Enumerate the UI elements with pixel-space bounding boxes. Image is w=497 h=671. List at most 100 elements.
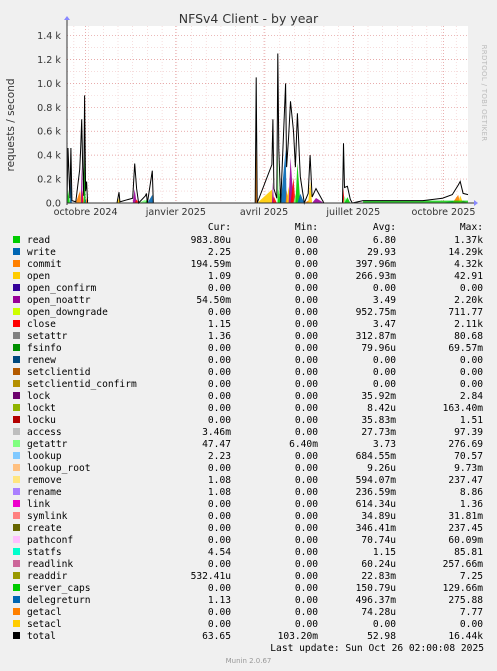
legend-value: 129.66m (443, 583, 484, 594)
legend-value: 0.00 (208, 535, 231, 546)
legend-value: 194.59m (191, 259, 232, 270)
legend-value: 0.00 (208, 607, 231, 618)
legend-value: 0.00 (373, 283, 396, 294)
legend-value: 6.40m (289, 439, 318, 450)
legend-name: delegreturn (27, 595, 91, 606)
legend-value: 7.77 (460, 607, 483, 618)
y-axis-arrow (64, 16, 70, 20)
legend-value: 0.00 (208, 559, 231, 570)
legend-swatch (13, 308, 20, 315)
legend-name: write (27, 247, 56, 258)
legend-value: 63.65 (202, 631, 231, 642)
legend-swatch (13, 416, 20, 423)
legend-value: 397.96m (356, 259, 397, 270)
legend-swatch (13, 248, 20, 255)
legend-value: 4.54 (208, 547, 231, 558)
legend-swatch (13, 392, 20, 399)
legend-value: 31.81m (448, 511, 483, 522)
legend-value: 70.74u (361, 535, 396, 546)
legend-swatch (13, 464, 20, 471)
x-tick-label: janvier 2025 (145, 207, 206, 218)
legend-value: 97.39 (454, 427, 483, 438)
legend-value: 42.91 (454, 271, 483, 282)
legend-value: 34.89u (361, 511, 396, 522)
legend-name: lock (27, 391, 50, 402)
legend-value: 0.00 (208, 283, 231, 294)
legend-value: 16.44k (448, 631, 483, 642)
legend-value: 1.08 (208, 475, 231, 486)
legend-value: 60.09m (448, 535, 483, 546)
legend-value: 9.26u (367, 463, 396, 474)
legend-value: 275.88 (448, 595, 483, 606)
y-tick-label: 0.6 k (37, 127, 61, 138)
legend-value: 3.47 (373, 319, 396, 330)
legend-value: 0.00 (208, 463, 231, 474)
legend-value: 0.00 (208, 343, 231, 354)
legend-value: 983.80u (191, 235, 231, 246)
legend-value: 0.00 (295, 499, 318, 510)
legend-value: 1.36 (208, 331, 231, 342)
legend-name: close (27, 319, 56, 330)
legend-swatch (13, 368, 20, 375)
legend-value: 0.00 (295, 271, 318, 282)
x-tick-label: avril 2025 (240, 207, 288, 218)
legend-value: 0.00 (208, 583, 231, 594)
legend-value: 266.93m (356, 271, 397, 282)
legend-value: 0.00 (295, 235, 318, 246)
legend-name: read (27, 235, 50, 246)
legend-value: 0.00 (208, 379, 231, 390)
legend-name: rename (27, 487, 62, 498)
legend-value: 0.00 (295, 379, 318, 390)
legend-swatch (13, 440, 20, 447)
legend-value: 711.77 (448, 307, 483, 318)
legend-value: 0.00 (373, 367, 396, 378)
legend-value: 0.00 (295, 355, 318, 366)
legend-value: 0.00 (208, 307, 231, 318)
legend-value: 1.37k (454, 235, 483, 246)
legend-value: 80.68 (454, 331, 483, 342)
legend-value: 0.00 (208, 619, 231, 630)
legend-name: getattr (27, 439, 68, 450)
legend-value: 1.09 (208, 271, 231, 282)
legend-value: 8.42u (367, 403, 396, 414)
legend-value: 0.00 (208, 391, 231, 402)
legend-value: 0.00 (295, 283, 318, 294)
chart-canvas: 0.00.2 k0.4 k0.6 k0.8 k1.0 k1.2 k1.4 koc… (13, 16, 484, 642)
legend-value: 0.00 (295, 607, 318, 618)
legend-name: setclientid_confirm (27, 379, 137, 390)
legend-value: 0.00 (295, 451, 318, 462)
legend-value: 0.00 (460, 619, 483, 630)
legend-value: 0.00 (373, 379, 396, 390)
legend-header: Max: (460, 222, 483, 233)
legend-value: 0.00 (295, 319, 318, 330)
legend-name: fsinfo (27, 343, 62, 354)
legend-header: Cur: (208, 222, 231, 233)
legend-swatch (13, 404, 20, 411)
legend-swatch (13, 428, 20, 435)
legend-value: 0.00 (295, 475, 318, 486)
legend-value: 237.45 (448, 523, 483, 534)
legend-value: 614.34u (356, 499, 396, 510)
x-tick-label: juillet 2025 (325, 207, 380, 218)
legend-value: 163.40m (443, 403, 484, 414)
legend-value: 236.59m (356, 487, 397, 498)
legend-name: locku (27, 415, 56, 426)
legend-value: 1.15 (373, 547, 396, 558)
legend-value: 103.20m (278, 631, 319, 642)
legend-value: 0.00 (208, 511, 231, 522)
legend-value: 0.00 (295, 523, 318, 534)
legend-name: access (27, 427, 62, 438)
legend-swatch (13, 452, 20, 459)
legend-value: 0.00 (295, 511, 318, 522)
legend-value: 0.00 (295, 463, 318, 474)
legend-swatch (13, 536, 20, 543)
legend-value: 69.57m (448, 343, 483, 354)
legend-name: statfs (27, 547, 62, 558)
legend-value: 74.28u (361, 607, 396, 618)
legend-swatch (13, 344, 20, 351)
legend-value: 35.92m (361, 391, 396, 402)
legend-value: 0.00 (208, 499, 231, 510)
legend-swatch (13, 332, 20, 339)
legend-swatch (13, 572, 20, 579)
legend-swatch (13, 548, 20, 555)
